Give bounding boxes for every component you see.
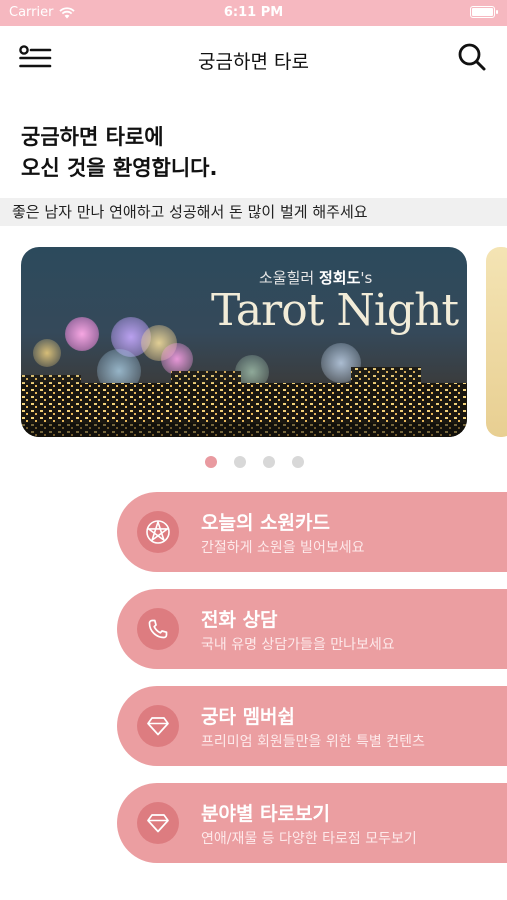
welcome-heading: 궁금하면 타로에 오신 것을 환영합니다. (21, 122, 217, 184)
diamond-icon (147, 814, 169, 833)
carousel-dot[interactable] (292, 456, 304, 468)
carousel-next-banner-peek[interactable] (486, 247, 507, 437)
icon-badge (137, 705, 179, 747)
icon-badge (137, 802, 179, 844)
subtitle-banner: 좋은 남자 만나 연애하고 성공해서 돈 많이 벌게 해주세요 (0, 198, 507, 226)
menu-card-membership[interactable]: 궁타 멤버쉽 프리미엄 회원들만을 위한 특별 컨텐츠 (117, 686, 507, 766)
battery-icon (470, 6, 498, 18)
menu-card-desc: 간절하게 소원을 빌어보세요 (201, 540, 365, 556)
search-button[interactable] (457, 42, 489, 74)
menu-card-desc: 국내 유명 상담가들을 만나보세요 (201, 637, 395, 653)
menu-card-title: 분야별 타로보기 (201, 803, 330, 825)
carousel-dot[interactable] (234, 456, 246, 468)
carousel-banner[interactable]: 소울힐러 정회도's Tarot Night (21, 247, 467, 437)
welcome-line-2: 오신 것을 환영합니다. (21, 156, 218, 180)
menu-card-desc: 프리미엄 회원들만을 위한 특별 컨텐츠 (201, 734, 425, 750)
page-title: 궁금하면 타로 (198, 51, 309, 73)
carousel-dot[interactable] (263, 456, 275, 468)
icon-badge (137, 511, 179, 553)
menu-card-title: 전화 상담 (201, 609, 278, 631)
menu-card-wish-card[interactable]: 오늘의 소원카드 간절하게 소원을 빌어보세요 (117, 492, 507, 572)
phone-icon (148, 619, 168, 639)
status-time: 6:11 PM (223, 5, 284, 20)
status-bar: Carrier 6:11 PM (0, 0, 507, 26)
welcome-line-1: 궁금하면 타로에 (21, 125, 164, 149)
bokeh-light (33, 339, 61, 367)
nav-bar: 궁금하면 타로 (0, 26, 507, 92)
menu-card-phone-consult[interactable]: 전화 상담 국내 유명 상담가들을 만나보세요 (117, 589, 507, 669)
menu-card-title: 궁타 멤버쉽 (201, 706, 296, 728)
diamond-icon (147, 717, 169, 736)
pentagram-icon (146, 520, 170, 544)
menu-card-tarot-by-category[interactable]: 분야별 타로보기 연애/재물 등 다양한 타로점 모두보기 (117, 783, 507, 863)
menu-card-title: 오늘의 소원카드 (201, 512, 330, 534)
search-icon (458, 43, 486, 71)
carousel-page-indicator (0, 456, 507, 468)
carousel-dot[interactable] (205, 456, 217, 468)
city-lights-illustration (21, 367, 467, 437)
icon-badge (137, 608, 179, 650)
bokeh-light (65, 317, 99, 351)
banner-title: Tarot Night (211, 285, 459, 336)
menu-card-desc: 연애/재물 등 다양한 타로점 모두보기 (201, 831, 417, 847)
